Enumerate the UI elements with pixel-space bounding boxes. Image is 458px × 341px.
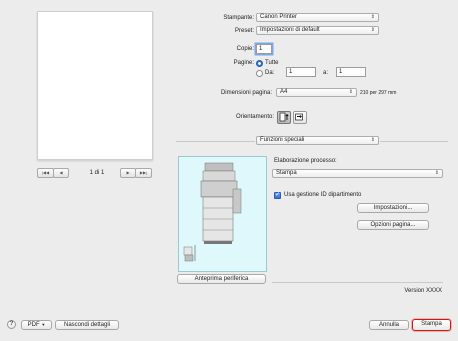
- section-value: Funzioni speciali: [260, 137, 305, 143]
- section-divider: [380, 141, 448, 142]
- next-page-button[interactable]: ▶: [120, 168, 136, 178]
- preset-select[interactable]: Impostazioni di default ⇕: [256, 26, 379, 35]
- paper-size-select[interactable]: A4 ⇕: [276, 88, 357, 97]
- chevron-updown-icon: ⇕: [370, 14, 375, 20]
- printer-select[interactable]: Canon Printer ⇕: [256, 13, 379, 22]
- preset-value: Impostazioni di default: [260, 27, 320, 33]
- printer-device-illustration: [183, 162, 242, 262]
- pages-from-radio[interactable]: [256, 70, 263, 77]
- device-preview-button[interactable]: Anteprima periferica: [177, 274, 266, 284]
- cancel-button[interactable]: Annulla: [369, 320, 409, 330]
- chevron-updown-icon: ⇕: [370, 137, 375, 143]
- page-indicator: 1 di 1: [89, 170, 105, 176]
- device-preview: [178, 156, 267, 272]
- chevron-updown-icon: ⇕: [348, 89, 353, 95]
- pages-from-label: Da:: [265, 70, 275, 76]
- preset-label: Preset:: [234, 28, 254, 34]
- department-id-checkbox[interactable]: ✓: [274, 192, 281, 199]
- copies-label: Copie:: [236, 46, 254, 52]
- printer-label: Stampante:: [223, 15, 254, 21]
- hide-details-button[interactable]: Nascondi dettagli: [55, 320, 119, 330]
- page-preview: [37, 11, 153, 160]
- first-page-button[interactable]: |◀◀: [37, 168, 54, 178]
- processing-value: Stampa: [276, 170, 297, 176]
- orientation-label: Orientamento:: [235, 114, 274, 120]
- printer-value: Canon Printer: [260, 14, 298, 20]
- pages-from-input[interactable]: 1: [286, 67, 316, 77]
- preview-pager: |◀◀ ◀ 1 di 1 ▶ ▶▶|: [37, 168, 152, 178]
- portrait-orientation-button[interactable]: [277, 111, 291, 124]
- chevron-updown-icon: ⇕: [434, 170, 439, 176]
- processing-label: Elaborazione processo:: [274, 158, 337, 164]
- landscape-orientation-button[interactable]: [293, 111, 307, 124]
- pages-label: Pagine:: [233, 60, 254, 66]
- pdf-label: PDF: [27, 322, 40, 328]
- copies-input[interactable]: 1: [256, 44, 272, 54]
- paper-size-value: A4: [280, 89, 288, 95]
- section-divider: [176, 141, 255, 142]
- pdf-menu-button[interactable]: PDF ▼: [21, 320, 52, 330]
- department-id-label: Usa gestione ID dipartimento: [284, 192, 362, 198]
- landscape-icon: [295, 113, 303, 121]
- help-button[interactable]: ?: [7, 320, 16, 329]
- settings-button[interactable]: Impostazioni...: [357, 203, 429, 213]
- footer-divider: [272, 282, 443, 283]
- section-select[interactable]: Funzioni speciali ⇕: [256, 136, 379, 145]
- page-options-button[interactable]: Opzioni pagina...: [357, 220, 429, 230]
- print-button[interactable]: Stampa: [412, 319, 451, 331]
- chevron-down-icon: ▼: [41, 322, 46, 327]
- paper-size-label: Dimensioni pagina:: [220, 90, 272, 96]
- chevron-updown-icon: ⇕: [370, 27, 375, 33]
- prev-page-button[interactable]: ◀: [53, 168, 69, 178]
- version-label: Version XXXX: [404, 288, 442, 294]
- pages-all-radio[interactable]: [256, 60, 263, 67]
- paper-dimensions: 210 per 297 mm: [360, 90, 397, 96]
- last-page-button[interactable]: ▶▶|: [135, 168, 152, 178]
- processing-select[interactable]: Stampa ⇕: [272, 169, 443, 178]
- portrait-icon: [279, 112, 289, 122]
- pages-to-label: a:: [323, 70, 329, 76]
- pages-to-input[interactable]: 1: [336, 67, 366, 77]
- pages-all-label: Tutte: [265, 60, 279, 66]
